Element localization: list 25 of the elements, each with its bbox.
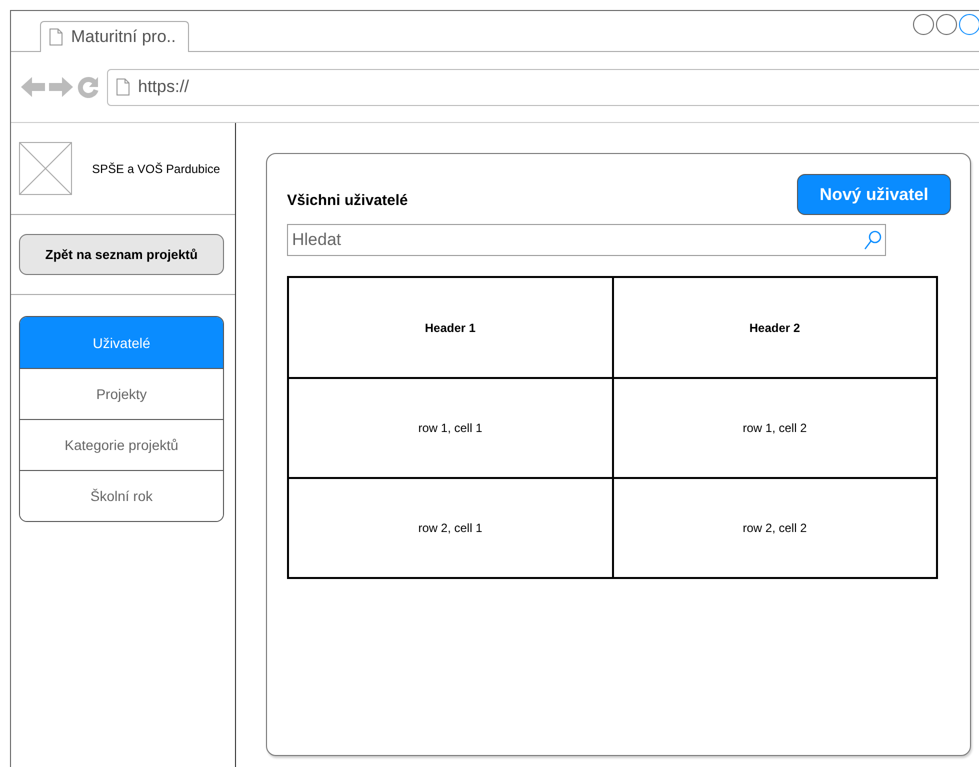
reload-icon[interactable] [77,76,99,98]
back-button[interactable]: Zpět na seznam projektů [19,234,224,275]
table-header: Header 2 [612,277,937,378]
browser-tab[interactable]: Maturitní pro.. [40,21,189,52]
search-icon[interactable] [864,230,882,250]
window-button-icon[interactable] [913,14,934,35]
nav-item[interactable]: Uživatelé [20,317,223,368]
table-cell: row 1, cell 1 [288,378,612,478]
brand-name: SPŠE a VOŠ Pardubice [92,162,220,176]
document-icon [49,28,63,46]
nav-item[interactable]: Školní rok [20,470,223,521]
page-title: Všichni uživatelé [287,192,408,209]
forward-arrow-icon[interactable] [49,76,73,98]
table-cell: row 2, cell 2 [612,478,937,578]
new-user-button[interactable]: Nový uživatel [797,174,951,215]
address-field[interactable]: https:// [107,68,979,106]
search-field[interactable]: Hledat [287,224,886,256]
table-cell: row 1, cell 2 [612,378,937,478]
table-cell: row 2, cell 1 [288,478,612,578]
document-icon [116,78,130,96]
window-button-icon[interactable] [959,14,979,35]
back-arrow-icon[interactable] [21,76,45,98]
image-placeholder-icon [19,142,72,195]
window-button-icon[interactable] [936,14,957,35]
table-header: Header 1 [288,277,612,378]
